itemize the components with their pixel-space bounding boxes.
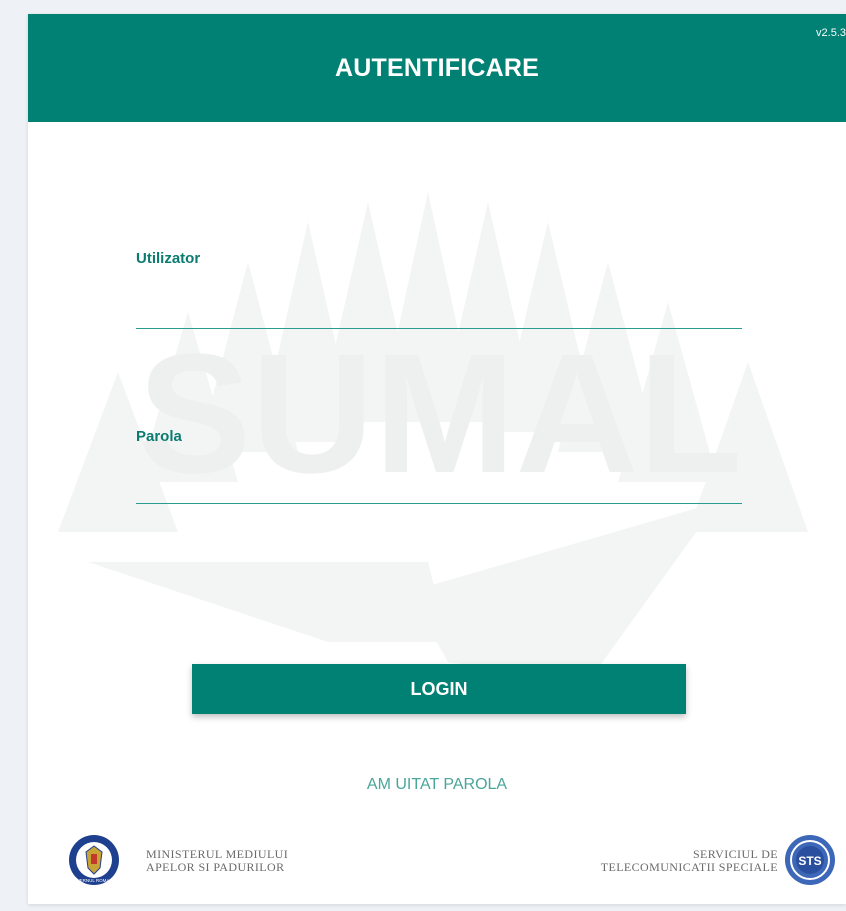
sts-emblem-icon: STS (785, 835, 835, 885)
login-card: AUTENTIFICARE v2.5.3 SUMAL Utilizator Pa… (28, 14, 846, 904)
login-button[interactable]: LOGIN (192, 664, 686, 714)
footer-sts: SERVICIUL DE TELECOMUNICATII SPECIALE ST… (540, 834, 840, 886)
header-bar: AUTENTIFICARE v2.5.3 (28, 14, 846, 122)
ministry-line-2: APELOR SI PADURILOR (146, 860, 285, 874)
password-label: Parola (136, 428, 182, 445)
ministry-emblem-text: GUVERNUL ROMANIEI (70, 878, 118, 883)
sts-name: SERVICIUL DE TELECOMUNICATII SPECIALE (601, 848, 778, 874)
sts-emblem-text: STS (798, 854, 821, 868)
password-input[interactable] (136, 469, 742, 504)
version-label: v2.5.3 (816, 27, 846, 39)
username-label: Utilizator (136, 250, 201, 267)
sts-line-2: TELECOMUNICATII SPECIALE (600, 860, 778, 874)
page-title: AUTENTIFICARE (335, 54, 539, 82)
ministry-name: MINISTERUL MEDIULUI APELOR SI PADURILOR (146, 848, 288, 874)
romanian-government-emblem-icon: GUVERNUL ROMANIEI (69, 835, 119, 885)
forgot-password-link[interactable]: AM UITAT PAROLA (28, 776, 846, 794)
sumal-watermark: SUMAL (58, 192, 808, 682)
username-input[interactable] (136, 294, 742, 329)
